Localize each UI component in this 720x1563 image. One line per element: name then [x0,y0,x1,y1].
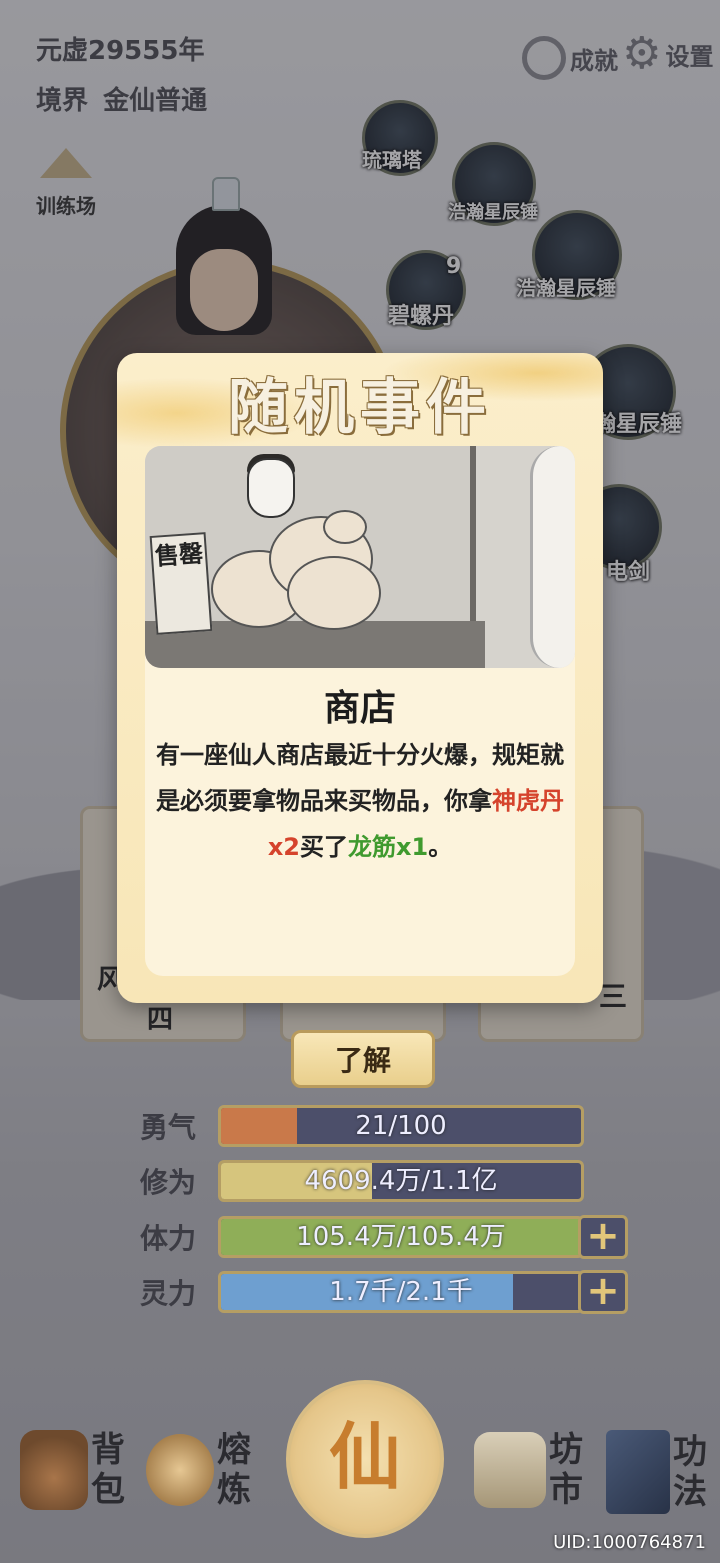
nav-skills[interactable]: 功法 [606,1430,710,1514]
event-item-got: 龙筋x1 [348,833,429,861]
stat-bar: 4609.4万/1.1亿 [218,1160,584,1202]
scroll-icon [474,1432,546,1508]
event-desc-part-3: 。 [428,833,453,861]
confirm-button[interactable]: 了解 [291,1030,435,1088]
dialog-title: 随机事件 [228,373,492,443]
user-id: UID:1000764871 [553,1532,706,1553]
stat-bar: 1.7千/2.1千 [218,1271,584,1313]
stat-row-spirit: 灵力 1.7千/2.1千 + [140,1270,628,1314]
stat-label: 体力 [140,1222,197,1255]
stat-row-cultivation: 修为 4609.4万/1.1亿 [140,1160,584,1202]
stat-bar: 105.4万/105.4万 [218,1216,584,1258]
bag-icon [20,1430,88,1510]
scene-merchant-head [247,458,295,518]
nav-bag[interactable]: 背包 [20,1430,128,1510]
random-event-dialog: 随机事件 售罄 商店 有一座仙人商店最近十分火爆，规矩就是必须要拿物品来买物品，… [117,353,603,1003]
scene-sack-top [323,510,367,544]
event-name: 商店 [323,688,396,729]
stat-label: 勇气 [140,1111,197,1144]
event-desc-part-2: 买了 [300,833,348,861]
stat-row-courage: 勇气 21/100 [140,1105,584,1147]
stat-label: 修为 [140,1166,197,1199]
nav-market-label: 坊市 [549,1430,583,1510]
spirit-add-button[interactable]: + [578,1270,628,1314]
stat-label: 灵力 [140,1277,197,1310]
stat-row-stamina: 体力 105.4万/105.4万 + [140,1215,628,1259]
scene-sack [287,556,381,630]
dialog-content: 售罄 商店 有一座仙人商店最近十分火爆，规矩就是必须要拿物品来买物品，你拿神虎丹… [145,446,575,976]
event-illustration: 售罄 [145,446,575,668]
stamina-add-button[interactable]: + [578,1215,628,1259]
scene-cloud [530,446,575,668]
sold-out-sign: 售罄 [149,532,213,635]
nav-cultivate-center-button[interactable]: 仙 [286,1380,444,1538]
scene-pole [470,446,476,631]
nav-skills-label: 功法 [673,1432,707,1512]
stat-value: 1.7千/2.1千 [329,1277,473,1307]
book-icon [606,1430,670,1514]
stat-value: 105.4万/105.4万 [296,1222,506,1252]
nav-bag-label: 背包 [91,1430,125,1510]
nav-market[interactable]: 坊市 [474,1430,586,1510]
event-description: 有一座仙人商店最近十分火爆，规矩就是必须要拿物品来买物品，你拿神虎丹x2买了龙筋… [155,732,565,870]
stat-bar: 21/100 [218,1105,584,1147]
stat-value: 4609.4万/1.1亿 [304,1166,498,1196]
stat-value: 21/100 [355,1111,447,1141]
nav-refine[interactable]: 熔炼 [146,1430,254,1510]
nav-refine-label: 熔炼 [217,1430,251,1510]
refine-icon [146,1434,214,1506]
